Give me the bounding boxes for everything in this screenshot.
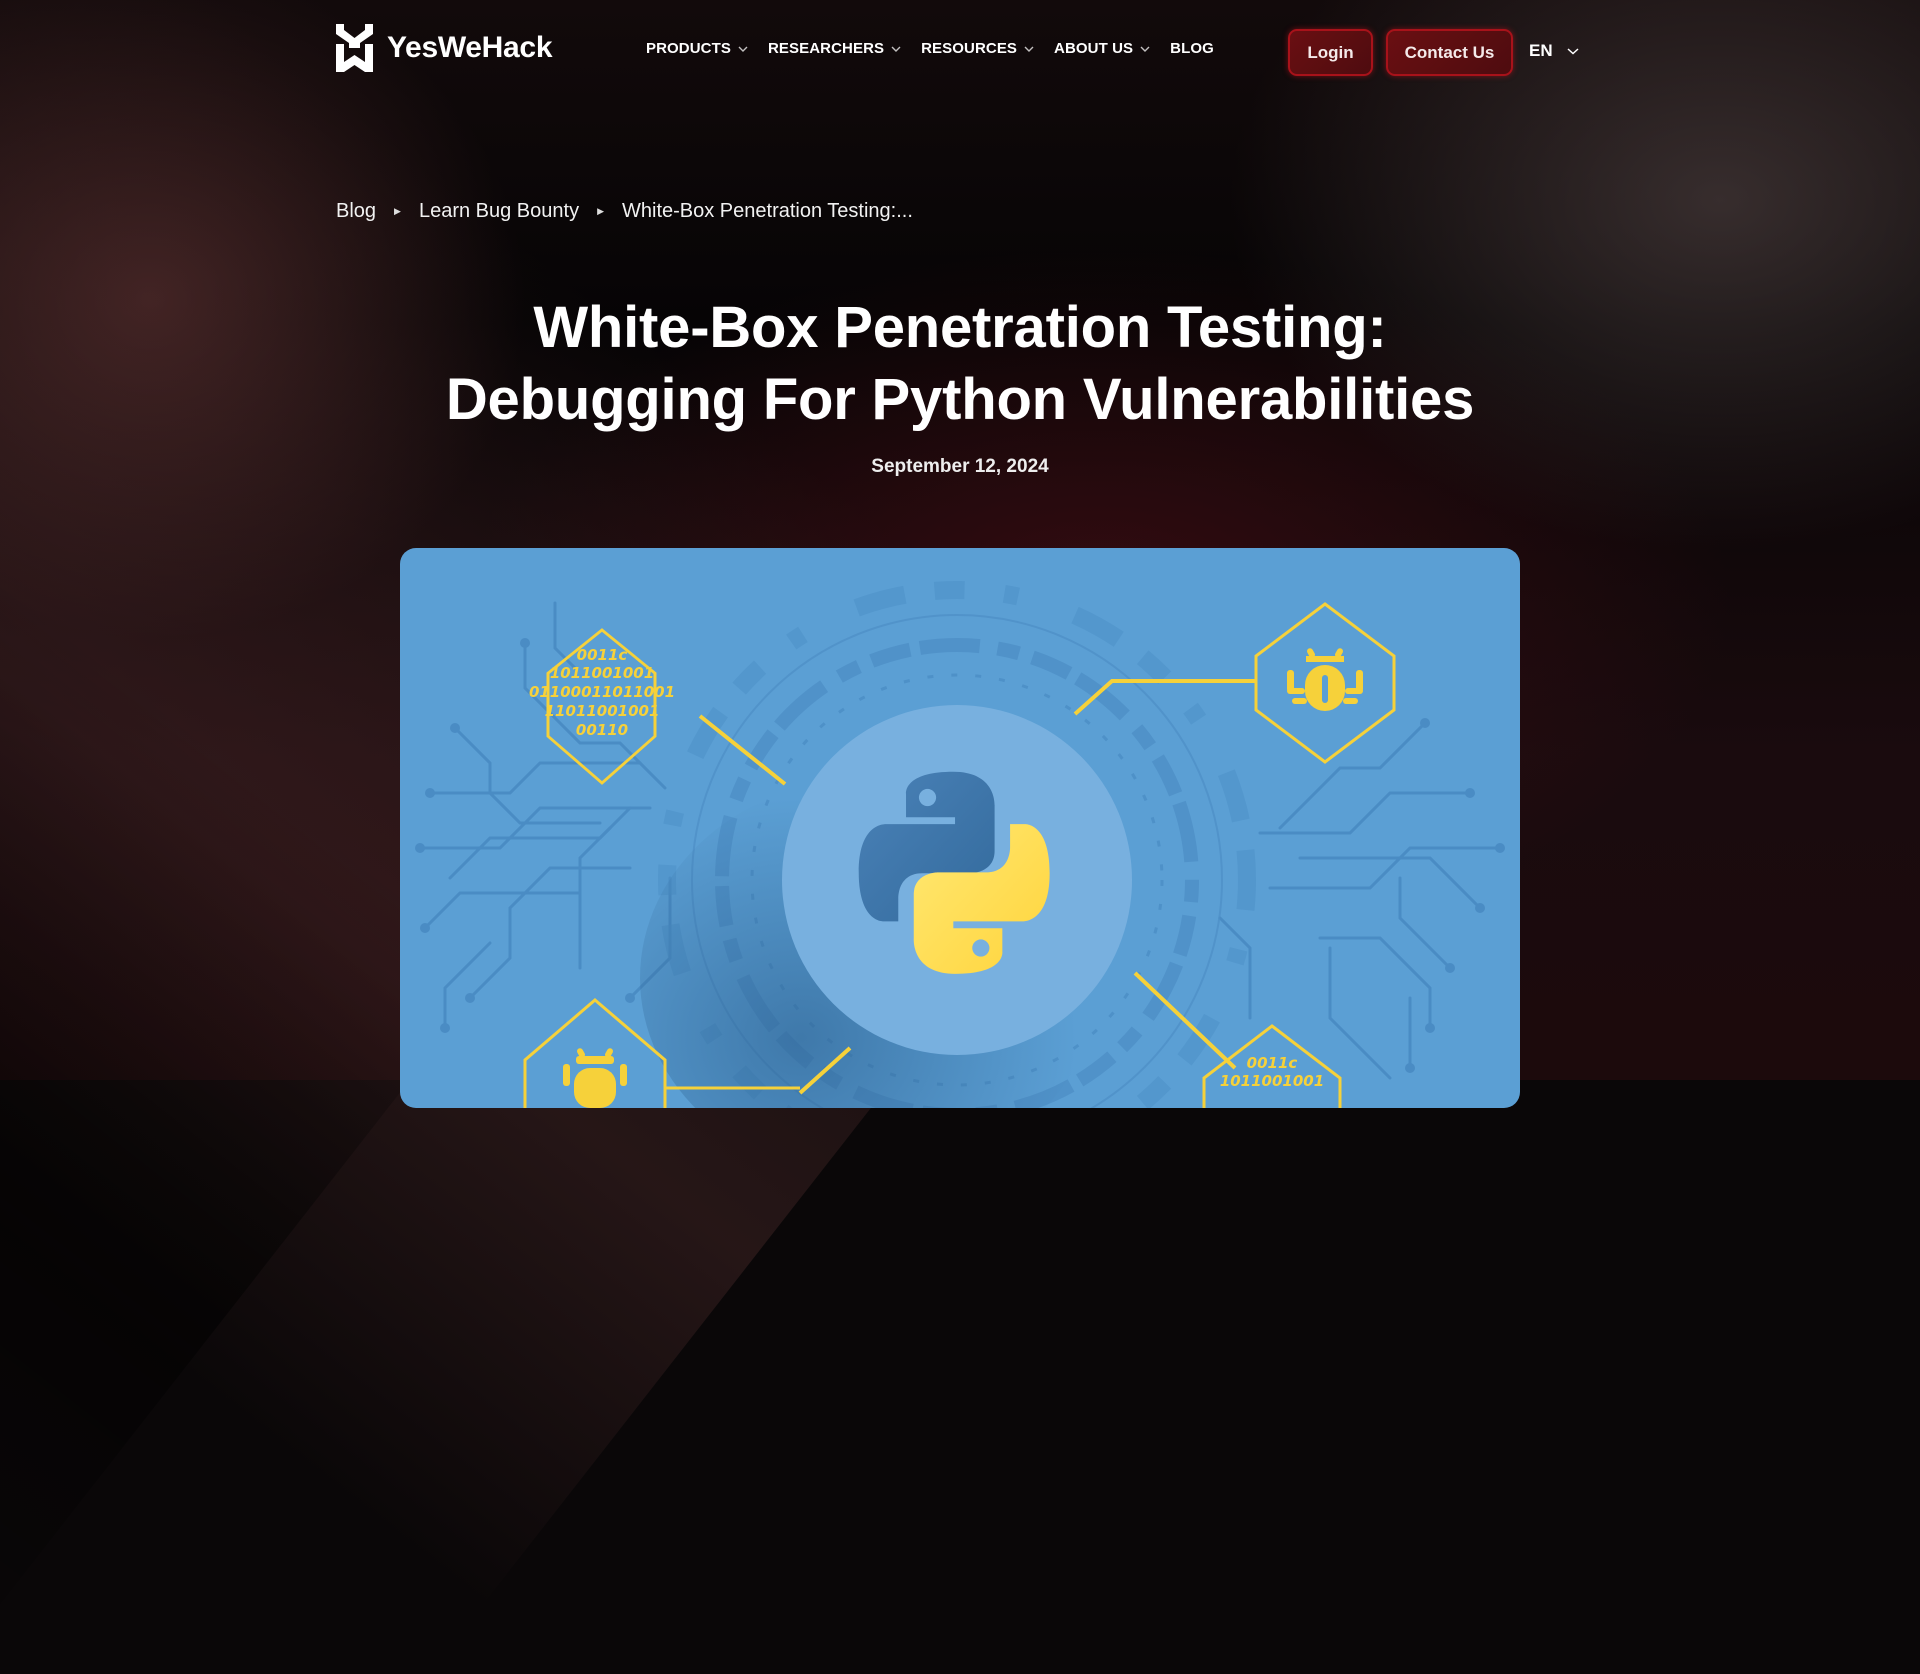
chevron-down-icon (738, 46, 748, 52)
publish-date: September 12, 2024 (871, 456, 1049, 477)
breadcrumb-learn-bug-bounty[interactable]: Learn Bug Bounty (419, 200, 579, 223)
breadcrumb: Blog ▶ Learn Bug Bounty ▶ White-Box Pene… (336, 200, 913, 223)
bug-icon (1287, 648, 1363, 711)
hero-illustration: 0011c 1011001001 01100011011001 11011001… (415, 581, 1505, 1108)
binary-row: 11011001001 (545, 702, 660, 720)
binary-hexagon-bottom-right: 0011c 1011001001 (1202, 1024, 1342, 1108)
binary-row: 0011c (1247, 1054, 1298, 1072)
hero-image: 0011c 1011001001 01100011011001 11011001… (400, 548, 1520, 1108)
breadcrumb-blog[interactable]: Blog (336, 200, 376, 223)
nav-item-products[interactable]: PRODUCTS (646, 40, 748, 57)
main-nav: PRODUCTS RESEARCHERS RESOURCES ABOUT US … (646, 40, 1214, 57)
nav-item-resources[interactable]: RESOURCES (921, 40, 1034, 57)
title-line-1: White-Box Penetration Testing: (533, 295, 1387, 360)
title-line-2: Debugging For Python Vulnerabilities (445, 367, 1475, 432)
triangle-right-icon: ▶ (597, 206, 604, 216)
nav-label: ABOUT US (1054, 40, 1134, 57)
breadcrumb-current: White-Box Penetration Testing:... (622, 200, 913, 222)
nav-item-about-us[interactable]: ABOUT US (1054, 40, 1150, 57)
chevron-down-icon (1140, 46, 1150, 52)
binary-row: 00110 (576, 721, 628, 739)
circuit-traces-right (1218, 721, 1502, 1080)
nav-item-researchers[interactable]: RESEARCHERS (768, 40, 901, 57)
brand-logo[interactable]: YesWeHack (336, 24, 553, 72)
binary-hexagon-top-left: 0011c 1011001001 01100011011001 11011001… (529, 628, 675, 785)
nav-label: BLOG (1170, 40, 1214, 57)
binary-row: 01100011011001 (529, 683, 675, 701)
ywh-logo-icon (336, 24, 373, 72)
bug-icon (563, 1048, 627, 1108)
triangle-right-icon: ▶ (394, 206, 401, 216)
brand-name: YesWeHack (387, 31, 553, 64)
binary-row: 0011c (577, 646, 628, 664)
nav-label: RESOURCES (921, 40, 1018, 57)
nav-label: PRODUCTS (646, 40, 731, 57)
login-button[interactable]: Login (1288, 29, 1373, 76)
nav-item-blog[interactable]: BLOG (1170, 40, 1214, 57)
page-title: White-Box Penetration Testing: Debugging… (0, 292, 1920, 436)
binary-row: 1011001001 (1220, 1072, 1324, 1090)
binary-row: 1011001001 (550, 664, 654, 682)
contact-us-button[interactable]: Contact Us (1386, 29, 1513, 76)
chevron-down-icon (1024, 46, 1034, 52)
bug-hexagon-top-right (1254, 602, 1396, 764)
language-selector[interactable]: EN (1529, 41, 1579, 61)
chevron-down-icon (1567, 48, 1579, 55)
chevron-down-icon (891, 46, 901, 52)
language-code: EN (1529, 41, 1553, 60)
circuit-pads-right (1405, 718, 1505, 1073)
nav-label: RESEARCHERS (767, 40, 885, 57)
